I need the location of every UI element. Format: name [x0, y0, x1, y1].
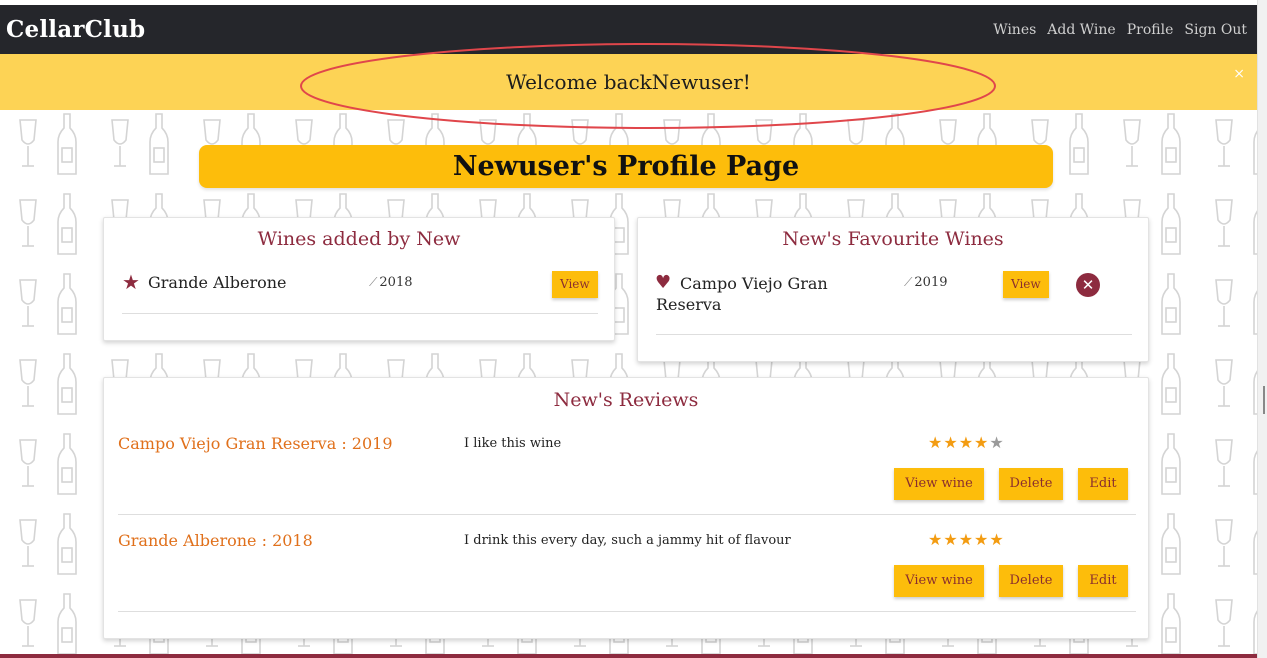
favourite-wines-title: New's Favourite Wines	[782, 228, 1004, 250]
review-text: I like this wine	[464, 436, 562, 451]
divider	[118, 611, 1136, 612]
star-icon: ★	[928, 530, 944, 549]
wine-name: Grande Alberone	[148, 273, 287, 292]
view-wine-button[interactable]: View	[1003, 271, 1049, 298]
nav-link-sign-out[interactable]: Sign Out	[1184, 22, 1247, 38]
navbar: CellarClub Wines Add Wine Profile Sign O…	[0, 5, 1257, 54]
view-wine-button[interactable]: View wine	[894, 468, 984, 500]
star-icon: ★	[989, 433, 1005, 452]
star-icon: ★	[943, 433, 959, 452]
wine-vintage: ⟋ 2019	[904, 275, 948, 290]
nav-link-add-wine[interactable]: Add Wine	[1047, 22, 1115, 38]
reviews-card: New's Reviews Campo Viejo Gran Reserva :…	[103, 377, 1149, 639]
star-rating: ★★★★★	[928, 530, 1005, 549]
divider	[118, 514, 1136, 515]
footer-edge	[0, 654, 1257, 658]
bottle-icon: ⟋	[369, 275, 378, 289]
star-icon: ★	[989, 530, 1005, 549]
star-icon: ★	[958, 433, 975, 452]
vintage-year: 2019	[914, 275, 948, 290]
added-wines-card: Wines added by New ★ Grande Alberone ⟋ 20…	[103, 217, 615, 341]
edit-review-button[interactable]: Edit	[1078, 565, 1128, 597]
scrollbar-track[interactable]	[1257, 0, 1267, 658]
star-icon: ★	[974, 530, 990, 549]
star-icon: ★	[958, 530, 975, 549]
view-wine-button[interactable]: View wine	[894, 565, 984, 597]
profile-heading-bar: Newuser's Profile Page	[199, 145, 1053, 188]
review-wine-link[interactable]: Campo Viejo Gran Reserva : 2019	[118, 434, 393, 453]
delete-review-button[interactable]: Delete	[999, 468, 1063, 500]
delete-review-button[interactable]: Delete	[999, 565, 1063, 597]
edit-review-button[interactable]: Edit	[1078, 468, 1128, 500]
nav-links: Wines Add Wine Profile Sign Out	[982, 22, 1247, 38]
nav-link-profile[interactable]: Profile	[1127, 22, 1174, 38]
star-icon: ★	[943, 530, 959, 549]
reviews-title: New's Reviews	[553, 389, 699, 411]
welcome-banner: Welcome backNewuser! ×	[0, 54, 1257, 110]
bottle-icon: ⟋	[904, 275, 913, 289]
star-icon: ★	[122, 270, 140, 294]
welcome-message: Welcome backNewuser!	[506, 70, 751, 94]
star-icon: ★	[928, 433, 944, 452]
vintage-year: 2018	[379, 275, 413, 290]
view-wine-button[interactable]: View	[552, 271, 598, 298]
star-icon: ★	[974, 433, 990, 452]
favourite-wines-card: New's Favourite Wines ♥ Campo Viejo Gran…	[637, 217, 1149, 362]
star-rating: ★★★★★	[928, 433, 1005, 452]
wine-name: Campo Viejo Gran Reserva	[656, 274, 828, 314]
brand-logo[interactable]: CellarClub	[6, 16, 145, 43]
close-icon[interactable]: ×	[1233, 66, 1245, 82]
nav-link-wines[interactable]: Wines	[993, 22, 1036, 38]
remove-favourite-icon[interactable]: ✕	[1076, 273, 1100, 297]
scrollbar-thumb[interactable]	[1263, 386, 1265, 414]
wine-vintage: ⟋ 2018	[369, 275, 413, 290]
divider	[656, 334, 1132, 335]
divider	[122, 313, 598, 314]
added-wines-title: Wines added by New	[257, 228, 461, 250]
page-title: Newuser's Profile Page	[452, 151, 800, 182]
review-wine-link[interactable]: Grande Alberone : 2018	[118, 531, 313, 550]
review-text: I drink this every day, such a jammy hit…	[464, 533, 791, 548]
